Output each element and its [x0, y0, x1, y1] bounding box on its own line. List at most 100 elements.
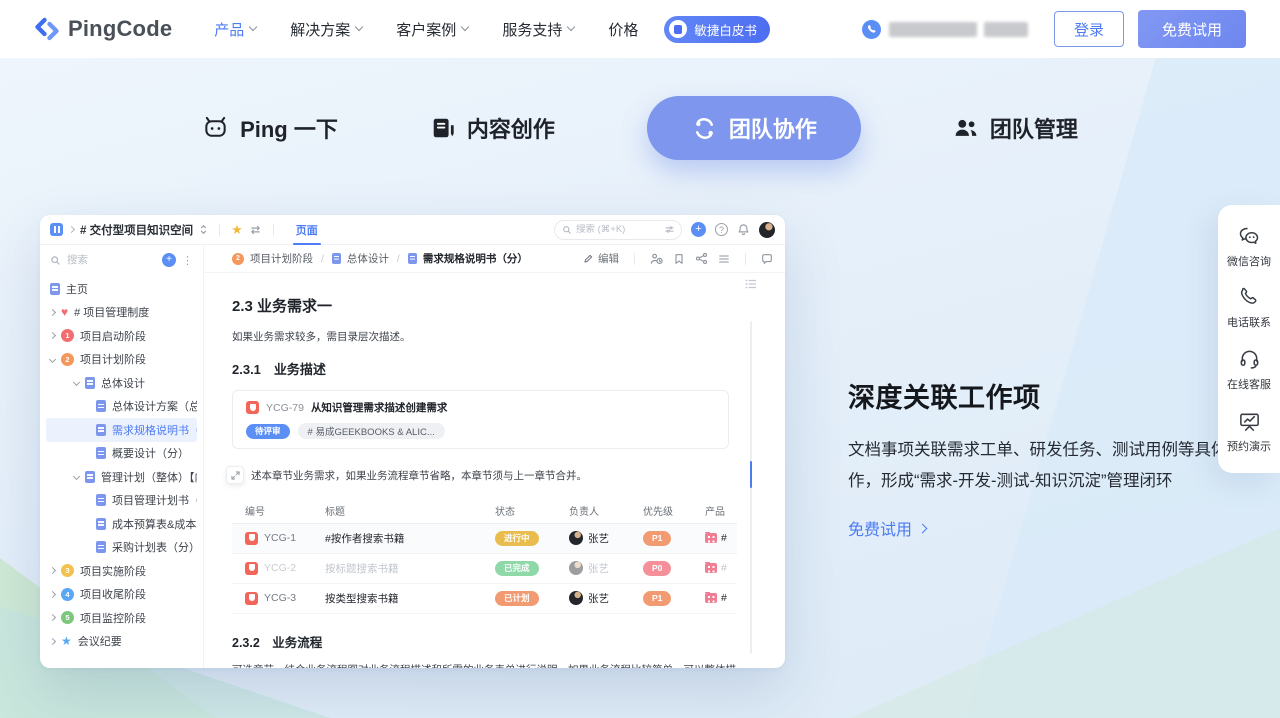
tab-team-collaboration[interactable]: 团队协作 — [647, 96, 861, 160]
login-button[interactable]: 登录 — [1054, 11, 1124, 47]
sidebar-tree-item[interactable]: 2 项目计划阶段 — [46, 348, 197, 372]
add-page-button[interactable]: + — [162, 253, 176, 267]
favorite-star-icon[interactable]: ★ — [231, 223, 243, 236]
comment-icon[interactable] — [761, 253, 773, 265]
item-label: 项目管理计划书（... — [112, 492, 197, 508]
avatar — [569, 561, 583, 575]
item-icon — [96, 400, 106, 412]
sidebar-tree-item[interactable]: 成本预算表&成本管... — [46, 512, 197, 536]
nav-item[interactable]: 客户案例 — [396, 19, 468, 40]
nav-item[interactable]: 价格 — [608, 19, 638, 40]
cell-priority: P0 — [643, 561, 705, 576]
feature-copy: 深度关联工作项 文档事项关联需求工单、研发任务、测试用例等具体工作，形成“需求-… — [848, 376, 1268, 540]
breadcrumb-item[interactable]: 项目计划阶段 — [250, 251, 313, 266]
item-icon: 2 — [61, 353, 74, 366]
filter-icon[interactable] — [665, 225, 674, 234]
table-row[interactable]: YCG-2 按标题搜索书籍 已完成 张艺 P0 # — [232, 554, 737, 584]
sidebar-tree-item[interactable]: 3 项目实施阶段 — [46, 559, 197, 583]
requirement-icon — [245, 592, 258, 605]
space-switcher-icon[interactable] — [199, 223, 208, 236]
more-menu-icon[interactable]: ⋮ — [182, 254, 193, 267]
follow-icon[interactable] — [650, 252, 663, 265]
chevron-down-icon — [355, 23, 363, 31]
pages-tab[interactable]: 页面 — [293, 215, 321, 245]
contact-label: 电话联系 — [1227, 314, 1271, 330]
contact-phone[interactable]: 电话联系 — [1218, 278, 1280, 339]
feature-title: 深度关联工作项 — [848, 376, 1268, 415]
item-label: # 项目管理制度 — [74, 304, 149, 320]
divider — [634, 253, 635, 265]
sidebar-tree-item[interactable]: 主页 — [46, 277, 197, 301]
status-badge: 进行中 — [495, 531, 539, 546]
sidebar-search-input[interactable] — [67, 254, 156, 266]
status-badge: 待评审 — [246, 424, 290, 439]
sidebar-tree-item[interactable]: 概要设计（分） — [46, 442, 197, 466]
priority-badge: P0 — [643, 561, 671, 576]
doc-icon — [332, 253, 341, 264]
work-item-id: YCG-79 — [266, 402, 304, 414]
feature-description: 文档事项关联需求工单、研发任务、测试用例等具体工作，形成“需求-开发-测试-知识… — [848, 435, 1268, 498]
item-icon — [96, 494, 106, 506]
sidebar-tree-item[interactable]: 采购计划表（分） — [46, 536, 197, 560]
search-input[interactable] — [576, 224, 661, 235]
sidebar-tree-item[interactable]: 会议纪要 — [46, 630, 197, 654]
cell-assignee: 张艺 — [569, 561, 643, 576]
item-icon — [85, 471, 95, 483]
table-row[interactable]: YCG-3 按类型搜索书籍 已计划 张艺 P1 # — [232, 584, 737, 614]
sidebar-tree-item[interactable]: 1 项目启动阶段 — [46, 324, 197, 348]
contact-label: 预约演示 — [1227, 438, 1271, 454]
sidebar-tree-item[interactable]: 总体设计方案（总） — [46, 395, 197, 419]
main-nav: 产品 解决方案 客户案例 服务支持 — [214, 19, 638, 40]
free-trial-button[interactable]: 免费试用 — [1138, 10, 1246, 48]
sidebar-tree-item[interactable]: 管理计划（整体）【内... — [46, 465, 197, 489]
app-top-bar: # 交付型项目知识空间 ★ 页面 + ? — [40, 215, 785, 245]
sidebar-tree-item[interactable]: 5 项目监控阶段 — [46, 606, 197, 630]
free-trial-link[interactable]: 免费试用 — [848, 516, 926, 540]
contact-book-demo[interactable]: 预约演示 — [1218, 401, 1280, 463]
feature-tabs: Ping 一下 内容创作 团队协作 — [0, 96, 1280, 160]
tab-ping[interactable]: Ping 一下 — [202, 112, 338, 144]
expand-icon[interactable] — [226, 466, 244, 484]
nav-item[interactable]: 产品 — [214, 19, 256, 40]
sidebar-tree-item[interactable]: 4 项目收尾阶段 — [46, 583, 197, 607]
tab-team-management[interactable]: 团队管理 — [953, 112, 1078, 144]
notification-bell-icon[interactable] — [737, 223, 750, 236]
contact-online-service[interactable]: 在线客服 — [1218, 339, 1280, 401]
divider — [219, 224, 220, 236]
tab-content-creation[interactable]: 内容创作 — [430, 112, 555, 144]
sidebar-tree-item[interactable]: 总体设计 — [46, 371, 197, 395]
bookmark-icon[interactable] — [673, 253, 685, 265]
sidebar-tree-item[interactable]: 项目管理计划书（... — [46, 489, 197, 513]
doc-paragraph: 如果业务需求较多，需目录层次描述。 — [232, 328, 737, 346]
status-badge: 已完成 — [495, 561, 539, 576]
breadcrumb-item[interactable]: 总体设计 — [347, 251, 389, 266]
brand-logo[interactable]: PingCode — [34, 16, 172, 42]
space-title[interactable]: # 交付型项目知识空间 — [80, 222, 193, 238]
nav-item[interactable]: 解决方案 — [290, 19, 362, 40]
edit-button[interactable]: 编辑 — [583, 251, 619, 266]
list-view-icon[interactable] — [718, 253, 730, 265]
workspace-icon[interactable] — [50, 223, 63, 236]
chevron-down-icon — [567, 23, 575, 31]
help-icon[interactable]: ? — [715, 223, 728, 236]
nav-right-cluster: 登录 免费试用 — [862, 10, 1246, 48]
linked-work-item-card[interactable]: YCG-79 从知识管理需求描述创建需求 待评审 # 易成GEEKBOOKS &… — [232, 390, 729, 449]
nav-item[interactable]: 服务支持 — [502, 19, 574, 40]
share-icon[interactable] — [695, 252, 708, 265]
sidebar-tree-item[interactable]: # 项目管理制度 — [46, 301, 197, 325]
whitepaper-badge[interactable]: 敏捷白皮书 — [664, 16, 770, 43]
work-items-table: 编号标题状态负责人优先级产品 YCG-1 #按作者搜索书籍 进行中 张艺 — [232, 498, 737, 614]
contact-wechat[interactable]: 微信咨询 — [1218, 215, 1280, 278]
table-row[interactable]: YCG-1 #按作者搜索书籍 进行中 张艺 P1 # — [232, 524, 737, 554]
priority-badge: P1 — [643, 591, 671, 606]
create-button[interactable]: + — [691, 222, 706, 237]
stage-number-icon: 2 — [232, 253, 244, 265]
outline-icon[interactable] — [745, 277, 757, 295]
free-trial-link-label: 免费试用 — [848, 516, 912, 540]
user-avatar[interactable] — [759, 222, 775, 238]
swap-icon[interactable] — [249, 225, 262, 235]
item-label: 管理计划（整体）【内... — [101, 469, 197, 485]
app-top-right: + ? — [554, 220, 775, 240]
global-search[interactable] — [554, 220, 682, 240]
sidebar-tree-item[interactable]: 需求规格说明书（... — [46, 418, 197, 442]
